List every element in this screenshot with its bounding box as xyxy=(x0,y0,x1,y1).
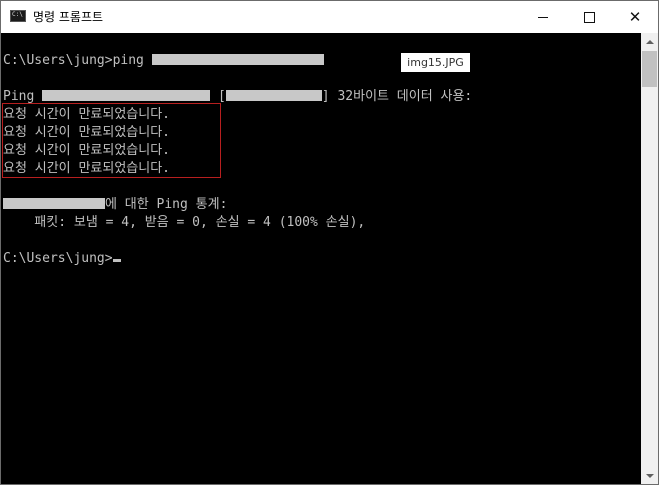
title-bar[interactable]: C:\ 명령 프롬프트 ✕ xyxy=(1,1,658,33)
redacted-hostname xyxy=(151,54,324,65)
stats-header-suffix: 에 대한 Ping 통계: xyxy=(105,197,228,212)
ping-bracket-open: [ xyxy=(210,89,226,104)
scroll-down-button[interactable] xyxy=(641,467,658,484)
close-icon: ✕ xyxy=(628,7,642,26)
ping-prefix: Ping xyxy=(3,89,43,104)
vertical-scrollbar[interactable] xyxy=(641,33,658,484)
prompt-text: C:\Users\jung> xyxy=(3,53,113,68)
final-prompt: C:\Users\jung> xyxy=(3,251,113,266)
window-title: 명령 프롬프트 xyxy=(33,10,104,24)
close-button[interactable]: ✕ xyxy=(612,1,658,33)
minimize-button[interactable] xyxy=(520,1,566,33)
command-line: C:\Users\jung>ping xyxy=(3,52,324,70)
console-output[interactable]: C:\Users\jung>ping Ping [] 32바이트 데이터 사용:… xyxy=(1,33,641,484)
arrow-down-icon xyxy=(645,473,654,478)
final-prompt-line: C:\Users\jung> xyxy=(3,250,121,268)
terminal-icon-text: C:\ xyxy=(12,11,23,18)
ping-suffix: ] 32바이트 데이터 사용: xyxy=(321,89,473,104)
timeout-highlight-box xyxy=(2,103,221,178)
maximize-button[interactable] xyxy=(566,1,612,33)
redacted-ip-2 xyxy=(3,198,105,209)
text-cursor xyxy=(112,259,121,262)
arrow-up-icon xyxy=(645,39,654,44)
maximize-icon xyxy=(583,11,595,23)
terminal-icon: C:\ xyxy=(10,10,26,22)
command-text: ping xyxy=(112,53,152,68)
command-prompt-window: C:\ 명령 프롬프트 ✕ C:\Users\jung>ping Ping []… xyxy=(0,0,659,485)
redacted-hostname-2 xyxy=(42,90,211,101)
scroll-up-button[interactable] xyxy=(641,33,658,50)
packet-stats-line: 패킷: 보냄 = 4, 받음 = 0, 손실 = 4 (100% 손실), xyxy=(3,215,366,230)
redacted-ip xyxy=(225,90,322,101)
scroll-thumb[interactable] xyxy=(642,51,657,87)
minimize-icon xyxy=(538,16,548,18)
image-filename-label: img15.JPG xyxy=(401,53,470,72)
stats-header-line: 에 대한 Ping 통계: xyxy=(3,196,227,214)
